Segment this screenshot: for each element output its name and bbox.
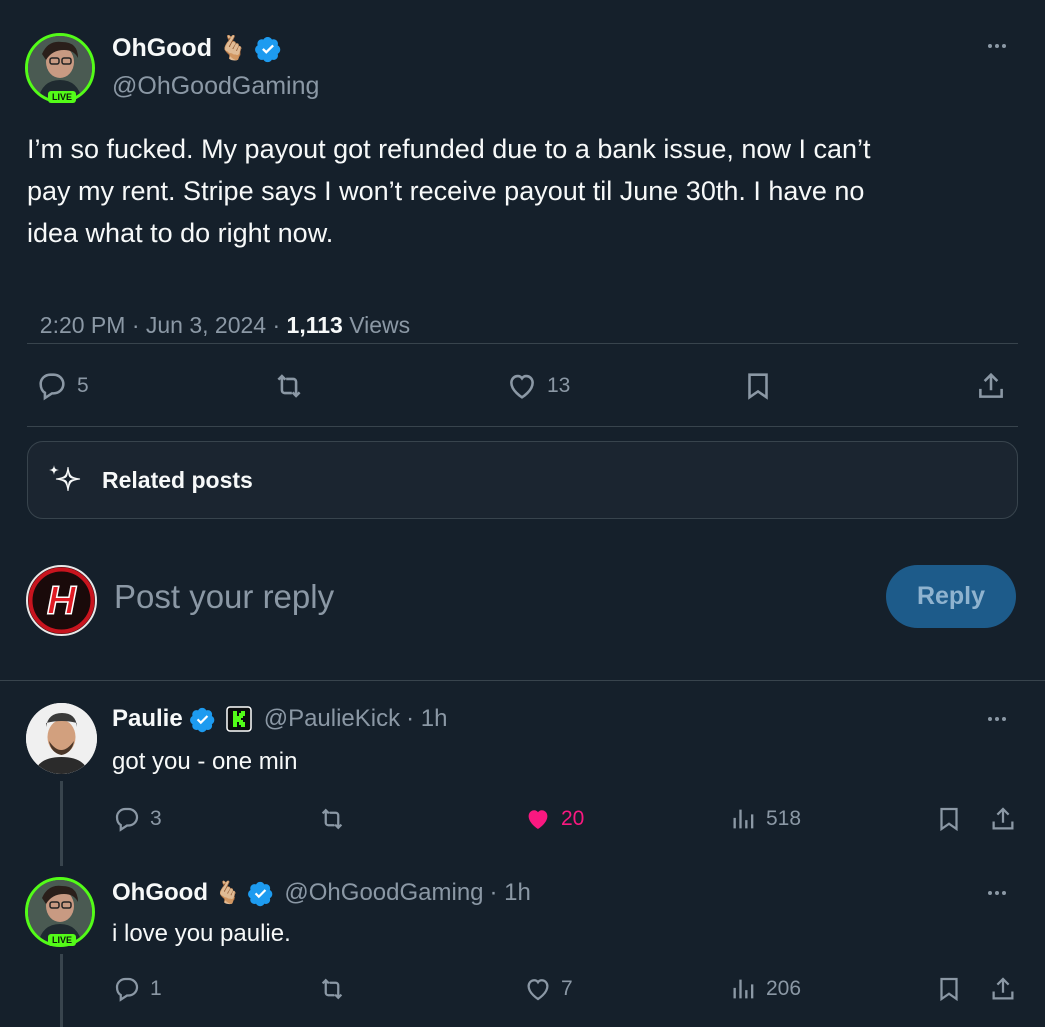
bookmark-icon — [934, 804, 964, 834]
bookmark-button[interactable] — [934, 974, 964, 1004]
author-handle[interactable]: @OhGoodGaming — [112, 72, 319, 101]
heart-filled-icon — [523, 804, 553, 834]
post-timestamp[interactable]: 2:20 PM · Jun 3, 2024 · — [40, 312, 287, 338]
repost-icon — [271, 369, 307, 403]
bookmark-icon — [741, 369, 775, 403]
views-count: 206 — [766, 977, 802, 1000]
views-count: 518 — [766, 807, 802, 830]
reply-author-handle[interactable]: @OhGoodGaming — [284, 879, 483, 907]
more-options-icon[interactable] — [988, 44, 1006, 48]
views-action[interactable]: 206 — [730, 974, 801, 1004]
reply-action[interactable]: 1 — [112, 974, 162, 1004]
repost-icon — [315, 974, 349, 1004]
heart-icon — [505, 369, 539, 403]
reply-author-name[interactable]: OhGood — [112, 879, 208, 907]
share-button[interactable] — [988, 974, 1018, 1004]
related-posts-card[interactable]: Related posts — [27, 441, 1018, 519]
post-text-line: pay my rent. Stripe says I won’t receive… — [27, 176, 865, 206]
repost-action[interactable] — [315, 804, 349, 834]
reply-action[interactable]: 3 — [112, 804, 162, 834]
like-count: 20 — [561, 807, 585, 830]
bookmark-button[interactable] — [741, 369, 775, 403]
reply-icon — [112, 804, 142, 834]
verified-badge-icon — [189, 706, 216, 733]
heart-icon — [523, 974, 553, 1004]
verified-badge-icon — [247, 880, 274, 907]
live-badge: LIVE — [48, 91, 77, 103]
reply-count: 1 — [150, 977, 162, 1000]
reply-avatar[interactable] — [26, 703, 97, 774]
fingers-emoji: 🫰🏼 — [217, 35, 248, 62]
share-button[interactable] — [988, 804, 1018, 834]
divider — [27, 426, 1018, 427]
live-badge: LIVE — [48, 934, 77, 946]
reply-author-handle[interactable]: @PaulieKick — [264, 705, 400, 733]
like-count: 7 — [561, 977, 573, 1000]
post-text: I’m so fucked. My payout got refunded du… — [27, 128, 1027, 254]
reply-count: 5 — [77, 374, 89, 397]
related-posts-label: Related posts — [102, 467, 253, 493]
svg-text:H: H — [47, 579, 77, 623]
reply-count: 3 — [150, 807, 162, 830]
verified-badge-icon — [254, 35, 282, 63]
like-action[interactable]: 13 — [505, 369, 570, 403]
my-avatar[interactable]: H — [26, 565, 97, 636]
thread-line — [60, 781, 63, 866]
views-action[interactable]: 518 — [730, 804, 801, 834]
repost-action[interactable] — [315, 974, 349, 1004]
divider — [27, 343, 1018, 344]
analytics-icon — [730, 804, 758, 834]
fingers-emoji: 🫰🏼 — [213, 880, 242, 905]
reply-author-name[interactable]: Paulie — [112, 705, 183, 733]
reply-button[interactable]: Reply — [886, 565, 1016, 628]
bookmark-button[interactable] — [934, 804, 964, 834]
repost-icon — [315, 804, 349, 834]
post-text-line: idea what to do right now. — [27, 218, 334, 248]
more-options-icon[interactable] — [988, 891, 1006, 895]
reply-icon — [35, 369, 69, 403]
kick-affiliate-icon[interactable] — [225, 706, 252, 732]
reply-action[interactable]: 5 — [35, 369, 89, 403]
share-button[interactable] — [974, 369, 1008, 403]
post-text-line: I’m so fucked. My payout got refunded du… — [27, 134, 871, 164]
post-metadata: 2:20 PM · Jun 3, 2024 · 1,113 Views — [27, 285, 410, 339]
like-count: 13 — [547, 374, 571, 397]
reply-input[interactable] — [114, 572, 854, 622]
thread-line — [60, 954, 63, 1027]
views-label: Views — [342, 312, 411, 338]
bookmark-icon — [934, 974, 964, 1004]
views-count: 1,113 — [286, 312, 343, 338]
author-name[interactable]: OhGood — [112, 34, 212, 63]
reply-text: got you - one min — [112, 748, 298, 775]
sparkle-icon — [46, 461, 86, 501]
like-action[interactable]: 7 — [523, 974, 573, 1004]
share-icon — [988, 974, 1018, 1004]
repost-action[interactable] — [271, 369, 307, 403]
reply-text: i love you paulie. — [112, 920, 291, 947]
analytics-icon — [730, 974, 758, 1004]
reply-icon — [112, 974, 142, 1004]
reply-time[interactable]: · 1h — [406, 705, 447, 733]
reply-time[interactable]: · 1h — [490, 879, 531, 907]
share-icon — [974, 369, 1008, 403]
divider — [0, 680, 1045, 681]
share-icon — [988, 804, 1018, 834]
more-options-icon[interactable] — [988, 717, 1006, 721]
like-action[interactable]: 20 — [523, 804, 584, 834]
